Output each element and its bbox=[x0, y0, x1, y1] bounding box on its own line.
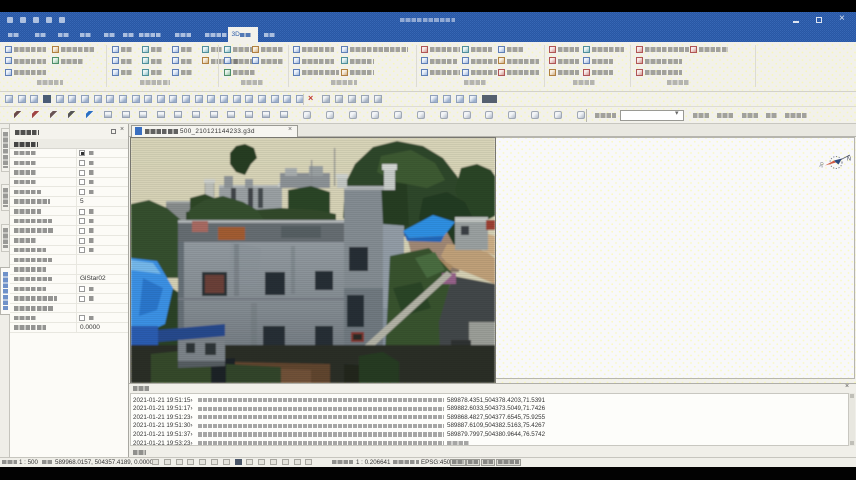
svg-text:N: N bbox=[847, 157, 851, 163]
svg-text:3D: 3D bbox=[819, 161, 825, 168]
